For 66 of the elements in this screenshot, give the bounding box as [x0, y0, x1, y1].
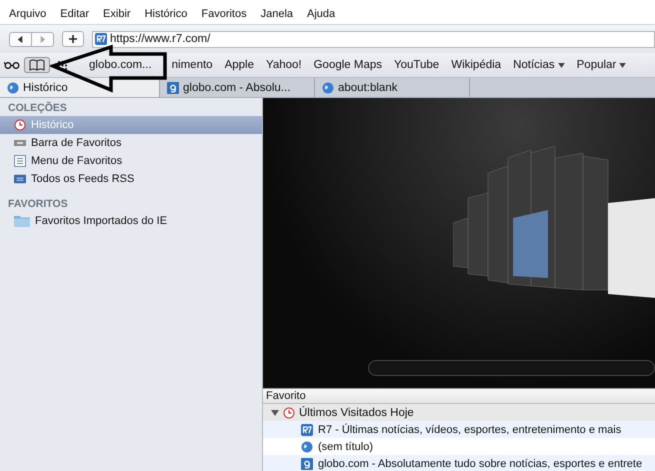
- item-label: Histórico: [31, 119, 74, 131]
- menu-item[interactable]: Janela: [260, 8, 294, 20]
- column-header[interactable]: Favorito: [263, 388, 655, 404]
- bookmark-link[interactable]: YouTube: [394, 59, 440, 71]
- section-heading: FAVORITOS: [7, 197, 69, 212]
- bookmark-link[interactable]: nimento: [172, 59, 213, 71]
- sidebar-item[interactable]: Todos os Feeds RSS: [0, 170, 262, 188]
- menu-item[interactable]: Exibir: [103, 8, 131, 20]
- cover-flow-scrollbar[interactable]: [368, 360, 655, 376]
- forward-icon: [38, 34, 47, 44]
- browser-tab[interactable]: Histórico: [0, 78, 160, 97]
- history-row[interactable]: globo.com - Absolutamente tudo sobre notícias, esportes e entrete: [263, 455, 655, 471]
- page-title: R7 - Últimas notícias, vídeos, esportes, entretenimento e mais: [318, 424, 622, 436]
- globe-icon: [301, 440, 313, 452]
- history-row[interactable]: R7 - Últimas notícias, vídeos, esportes, entretenimento e mais: [263, 421, 655, 438]
- history-group-row[interactable]: Últimos Visitados Hoje: [263, 404, 655, 421]
- sidebar-item[interactable]: Barra de Favoritos: [0, 134, 262, 152]
- page-title: (sem título): [318, 440, 374, 452]
- rss-icon: [14, 173, 26, 185]
- menu-item[interactable]: Arquivo: [9, 8, 46, 20]
- g-logo-icon: [167, 82, 179, 94]
- menu-item[interactable]: Histórico: [144, 8, 188, 20]
- sidebar-item[interactable]: Menu de Favoritos: [0, 152, 262, 170]
- bookmarks-bar-icon: [14, 137, 26, 149]
- add-bookmark-button[interactable]: [62, 31, 84, 47]
- folder-icon: [14, 215, 30, 227]
- tab-title: about:blank: [338, 82, 398, 94]
- globe-icon: [322, 82, 334, 94]
- globe-icon: [7, 82, 19, 94]
- item-label: Todos os Feeds RSS: [31, 173, 134, 185]
- group-label: Últimos Visitados Hoje: [299, 406, 414, 418]
- menu-item[interactable]: Favoritos: [201, 8, 247, 20]
- item-label: Barra de Favoritos: [31, 137, 122, 149]
- grid-icon[interactable]: [58, 60, 67, 70]
- bookmark-link[interactable]: Wikipédia: [451, 59, 502, 71]
- clock-icon: [14, 119, 26, 131]
- address-field[interactable]: https://www.r7.com/: [92, 30, 655, 48]
- history-row[interactable]: (sem título): [263, 438, 655, 455]
- bookmark-link[interactable]: Yahoo!: [266, 59, 302, 71]
- back-button[interactable]: [9, 32, 31, 46]
- bookmark-link[interactable]: Notícias: [513, 59, 565, 71]
- sidebar-item[interactable]: Favoritos Importados do IE: [0, 212, 262, 230]
- bookmark-link[interactable]: Apple: [224, 59, 254, 71]
- bookmark-link[interactable]: Popular: [576, 59, 626, 71]
- bookmark-link[interactable]: Google Maps: [314, 59, 382, 71]
- tab-title: globo.com - Absolu...: [183, 82, 290, 94]
- disclosure-triangle-icon[interactable]: [271, 408, 279, 416]
- r7-logo-icon: [95, 32, 107, 44]
- bookmark-link[interactable]: globo.com...: [89, 59, 152, 71]
- item-label: Favoritos Importados do IE: [35, 215, 168, 227]
- page-title: globo.com - Absolutamente tudo sobre notícias, esportes e entrete: [318, 458, 642, 470]
- plus-icon: [68, 34, 78, 44]
- dropdown-caret-icon: [619, 62, 626, 68]
- menu-item[interactable]: Ajuda: [307, 8, 336, 20]
- list-icon: [14, 155, 26, 167]
- back-icon: [16, 34, 25, 44]
- r7-logo-icon: [301, 424, 313, 436]
- dropdown-caret-icon: [558, 62, 565, 68]
- clock-icon: [283, 406, 295, 418]
- book-button[interactable]: [24, 57, 50, 73]
- tab-title: Histórico: [23, 82, 68, 94]
- item-label: Menu de Favoritos: [31, 155, 122, 167]
- section-heading: COLEÇÕES: [7, 100, 68, 116]
- glasses-icon[interactable]: [4, 61, 20, 69]
- menu-item[interactable]: Editar: [60, 8, 90, 20]
- g-logo-icon: [301, 458, 313, 470]
